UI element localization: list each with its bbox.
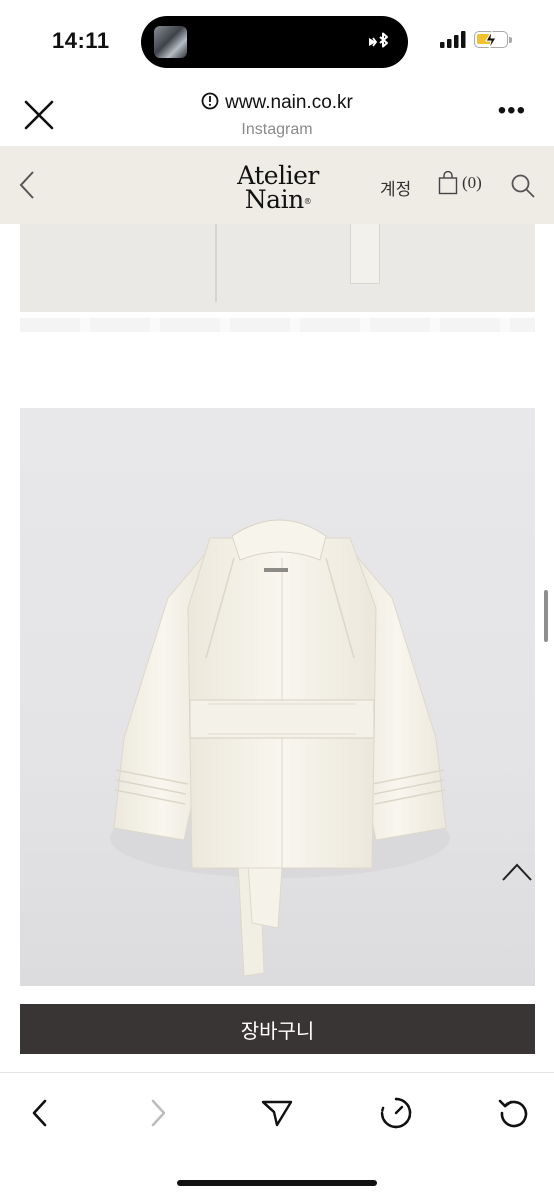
product-image-previous xyxy=(20,224,535,312)
browser-header: www.nain.co.kr Instagram ••• xyxy=(0,84,554,146)
url-bar[interactable]: www.nain.co.kr xyxy=(0,92,554,114)
add-to-cart-button[interactable]: 장바구니 xyxy=(20,1004,535,1054)
info-icon xyxy=(201,92,219,110)
logo-registered-mark: ® xyxy=(303,197,312,206)
scroll-to-top-icon[interactable] xyxy=(500,860,534,884)
site-header: Atelier Nain® 계정 (0) xyxy=(0,146,554,224)
status-time: 14:11 xyxy=(52,28,110,53)
gauge-icon xyxy=(380,1097,412,1129)
home-indicator[interactable] xyxy=(177,1180,377,1186)
more-options-button[interactable]: ••• xyxy=(498,99,526,123)
cart-link[interactable]: (0) xyxy=(438,171,482,195)
bluetooth-icon xyxy=(369,32,388,48)
site-logo[interactable]: Atelier Nain® xyxy=(224,163,332,214)
account-link[interactable]: 계정 xyxy=(380,175,411,200)
page-scrollbar[interactable] xyxy=(544,590,548,642)
search-icon[interactable] xyxy=(510,173,536,199)
logo-line-2: Nain xyxy=(244,185,304,214)
coat-belt-end xyxy=(350,224,380,284)
status-bar: 14:11 xyxy=(0,0,554,84)
url-text: www.nain.co.kr xyxy=(225,92,353,113)
chevron-left-icon xyxy=(32,1099,47,1127)
toolbar-reload-button[interactable] xyxy=(494,1093,534,1133)
shopping-bag-icon xyxy=(438,171,458,195)
image-caption-row xyxy=(20,318,535,332)
send-icon xyxy=(261,1100,293,1127)
product-image[interactable] xyxy=(20,408,535,986)
system-icons xyxy=(440,31,512,49)
chevron-right-icon xyxy=(151,1099,166,1127)
media-thumbnail xyxy=(154,26,187,58)
toolbar-forward-button[interactable] xyxy=(138,1093,178,1133)
cart-count: (0) xyxy=(462,173,482,192)
coat-detail-left xyxy=(185,224,217,302)
dynamic-island[interactable] xyxy=(141,16,408,68)
site-back-icon[interactable] xyxy=(16,168,38,202)
reload-icon xyxy=(498,1099,528,1128)
source-app-label: Instagram xyxy=(241,121,313,138)
toolbar-share-button[interactable] xyxy=(257,1093,297,1133)
battery-cap xyxy=(509,37,512,43)
coat-photo xyxy=(110,519,450,977)
toolbar-speed-button[interactable] xyxy=(376,1093,416,1133)
signal-bars-icon xyxy=(440,31,466,48)
battery-charging-icon xyxy=(474,31,512,49)
toolbar-back-button[interactable] xyxy=(20,1093,60,1133)
